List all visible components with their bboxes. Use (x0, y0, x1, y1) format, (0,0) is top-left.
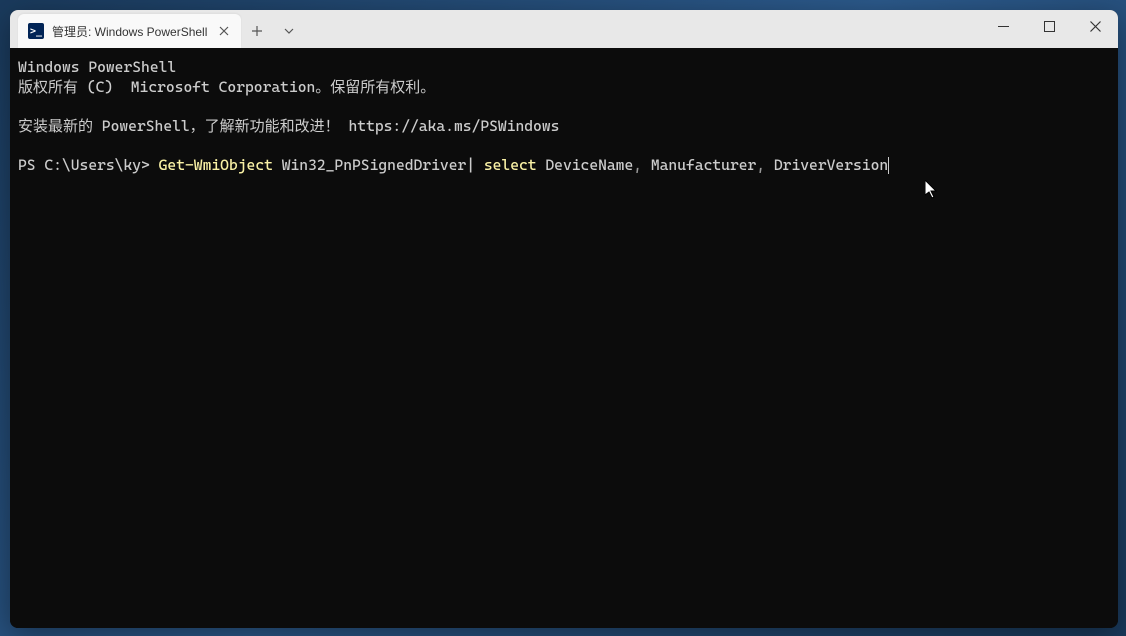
minimize-button[interactable] (980, 10, 1026, 42)
close-icon (1090, 21, 1101, 32)
mouse-cursor-icon (925, 180, 939, 200)
tab-close-button[interactable] (215, 22, 233, 40)
terminal-prompt-line: PS C:\Users\ky> Get-WmiObject Win32_PnPS… (18, 156, 1110, 176)
maximize-button[interactable] (1026, 10, 1072, 42)
terminal-line (18, 97, 1110, 117)
new-tab-button[interactable] (241, 14, 273, 48)
terminal-line: 版权所有 (C) Microsoft Corporation。保留所有权利。 (18, 78, 1110, 98)
prompt: PS C:\Users\ky> (18, 156, 150, 174)
terminal-line (18, 136, 1110, 156)
text-cursor (888, 157, 889, 174)
tab-title: 管理员: Windows PowerShell (52, 23, 207, 40)
close-window-button[interactable] (1072, 10, 1118, 42)
terminal-line: 安装最新的 PowerShell，了解新功能和改进！ https://aka.m… (18, 117, 1110, 137)
terminal-content[interactable]: Windows PowerShell 版权所有 (C) Microsoft Co… (10, 48, 1118, 628)
minimize-icon (998, 26, 1009, 27)
maximize-icon (1044, 21, 1055, 32)
powershell-icon: >_ (28, 23, 44, 39)
terminal-line: Windows PowerShell (18, 58, 1110, 78)
window-controls (980, 10, 1118, 42)
tab-active[interactable]: >_ 管理员: Windows PowerShell (18, 14, 241, 48)
tab-dropdown-button[interactable] (273, 14, 305, 48)
chevron-down-icon (284, 28, 294, 34)
titlebar[interactable]: >_ 管理员: Windows PowerShell (10, 10, 1118, 48)
close-icon (219, 26, 229, 36)
plus-icon (251, 25, 263, 37)
terminal-window: >_ 管理员: Windows PowerShell (10, 10, 1118, 628)
